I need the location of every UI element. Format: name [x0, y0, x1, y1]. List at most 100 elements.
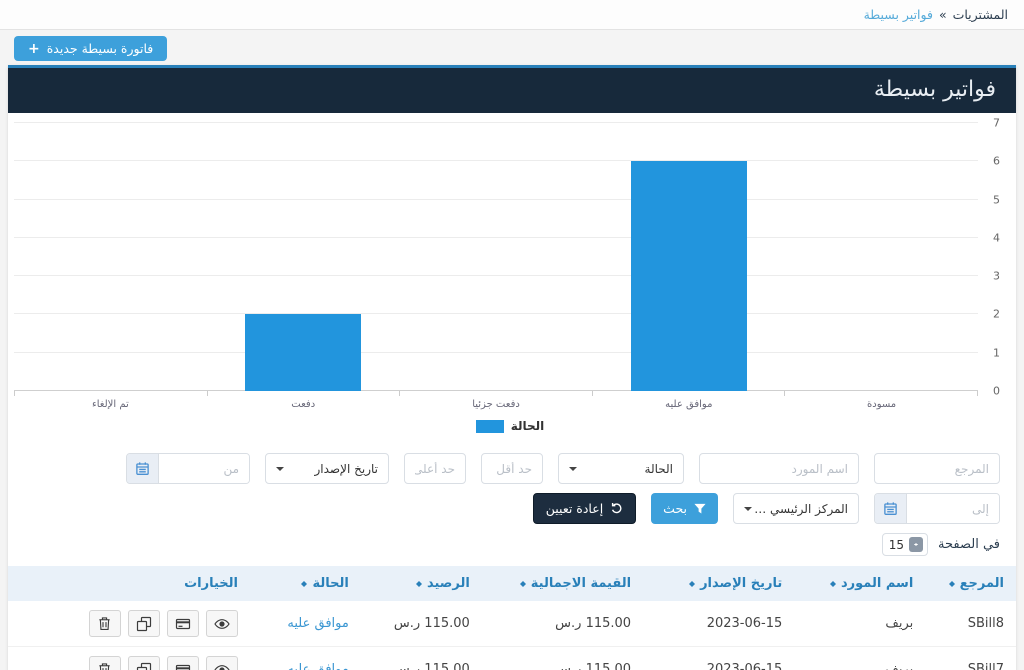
sort-icon	[301, 578, 307, 590]
y-tick-label: 5	[993, 193, 1000, 206]
sort-icon	[416, 578, 422, 590]
view-button[interactable]	[206, 656, 238, 670]
breadcrumb-separator: »	[939, 7, 947, 22]
payment-button[interactable]	[167, 656, 199, 670]
filters-row-1: الحالة تاريخ الإصدار	[24, 453, 1000, 484]
bar-slot	[400, 123, 593, 391]
header-balance[interactable]: الرصيد	[361, 566, 482, 601]
cell-total: 115.00 ر.س	[482, 647, 643, 670]
sort-icon	[949, 578, 955, 590]
from-date-input[interactable]	[159, 454, 249, 483]
delete-button[interactable]	[89, 656, 121, 670]
y-tick-label: 6	[993, 155, 1000, 168]
x-category-label: دفعت	[207, 399, 400, 410]
y-tick-label: 4	[993, 231, 1000, 244]
status-select[interactable]: الحالة	[558, 453, 684, 484]
from-date-group	[126, 453, 250, 484]
cell-balance: 115.00 ر.س	[361, 647, 482, 670]
to-date-input[interactable]	[907, 494, 999, 523]
y-tick-label: 2	[993, 308, 1000, 321]
topbar: المشتريات » فواتير بسيطة	[0, 0, 1024, 30]
cell-options	[8, 647, 250, 670]
cell-status: موافق عليه	[250, 647, 361, 670]
invoices-table: المرجع اسم المورد تاريخ الإصدار القيمة ا…	[8, 566, 1016, 670]
reset-refresh-icon	[610, 502, 623, 515]
page-title: فواتير بسيطة	[28, 77, 996, 102]
new-invoice-button[interactable]: فاتورة بسيطة جديدة +	[14, 36, 167, 61]
reference-input[interactable]	[874, 453, 1000, 484]
legend-swatch	[476, 420, 504, 433]
actions-row: فاتورة بسيطة جديدة +	[0, 30, 1024, 65]
cell-supplier: بريف	[794, 647, 925, 670]
table-row: SBill7 بريف 2023-06-15 115.00 ر.س 115.00…	[8, 647, 1016, 670]
branch-select-value: المركز الرئيسي - الرياض	[752, 502, 848, 516]
calendar-addon[interactable]	[127, 454, 159, 483]
status-link[interactable]: موافق عليه	[287, 662, 348, 670]
y-tick-label: 3	[993, 270, 1000, 283]
cell-supplier: بريف	[794, 601, 925, 647]
credit-card-icon	[175, 616, 191, 632]
number-spinner-icon[interactable]	[909, 537, 923, 552]
date-type-select[interactable]: تاريخ الإصدار	[265, 453, 389, 484]
reset-button[interactable]: إعادة تعيين	[533, 493, 636, 524]
calendar-addon[interactable]	[875, 494, 907, 523]
status-link[interactable]: موافق عليه	[287, 616, 348, 631]
chevron-down-icon	[569, 467, 577, 475]
min-amount-input[interactable]	[481, 453, 543, 484]
legend-label: الحالة	[511, 419, 545, 433]
status-chart: 01234567 مسودةموافق عليهدفعت جزئيادفعتتم…	[8, 113, 1016, 437]
invoices-card: فواتير بسيطة 01234567 مسودةموافق عليهدفع…	[8, 65, 1016, 670]
new-invoice-label: فاتورة بسيطة جديدة	[47, 41, 154, 56]
view-button[interactable]	[206, 610, 238, 637]
copy-icon	[136, 662, 152, 670]
search-button[interactable]: بحث	[651, 493, 718, 524]
filter-funnel-icon	[694, 503, 706, 515]
credit-card-icon	[175, 662, 191, 670]
trash-icon	[97, 616, 112, 631]
per-page-label: في الصفحة	[938, 537, 1000, 552]
sort-icon	[830, 578, 836, 590]
table-header-row: المرجع اسم المورد تاريخ الإصدار القيمة ا…	[8, 566, 1016, 601]
header-supplier[interactable]: اسم المورد	[794, 566, 925, 601]
breadcrumb-current[interactable]: فواتير بسيطة	[864, 7, 933, 22]
duplicate-button[interactable]	[128, 610, 160, 637]
table-row: SBill8 بريف 2023-06-15 115.00 ر.س 115.00…	[8, 601, 1016, 647]
branch-select[interactable]: المركز الرئيسي - الرياض	[733, 493, 859, 524]
reset-label: إعادة تعيين	[546, 501, 603, 516]
chart-y-axis: 01234567	[978, 123, 1006, 391]
filters-row-2: المركز الرئيسي - الرياض بحث إعادة تعيين	[24, 493, 1000, 524]
x-category-label: دفعت جزئيا	[400, 399, 593, 410]
eye-icon	[214, 616, 230, 632]
duplicate-button[interactable]	[128, 656, 160, 670]
filters-section: الحالة تاريخ الإصدار	[8, 437, 1016, 566]
y-tick-label: 1	[993, 346, 1000, 359]
bar-2	[631, 161, 747, 391]
payment-button[interactable]	[167, 610, 199, 637]
breadcrumb-parent[interactable]: المشتريات	[953, 7, 1008, 22]
date-type-select-value: تاريخ الإصدار	[315, 462, 379, 476]
bar-slot	[592, 123, 785, 391]
bars-layer	[14, 123, 978, 391]
delete-button[interactable]	[89, 610, 121, 637]
supplier-name-input[interactable]	[699, 453, 859, 484]
per-page-input[interactable]: 15	[882, 533, 928, 556]
header-reference[interactable]: المرجع	[925, 566, 1016, 601]
header-status[interactable]: الحالة	[250, 566, 361, 601]
cell-reference: SBill7	[925, 647, 1016, 670]
breadcrumb: المشتريات » فواتير بسيطة	[864, 7, 1008, 22]
eye-icon	[214, 662, 230, 670]
cell-balance: 115.00 ر.س	[361, 601, 482, 647]
bar-4	[245, 314, 361, 391]
max-amount-input[interactable]	[404, 453, 466, 484]
x-category-label: مسودة	[785, 399, 978, 410]
cell-issue-date: 2023-06-15	[643, 647, 794, 670]
chevron-down-icon	[276, 467, 284, 475]
chevron-down-icon	[744, 507, 752, 515]
y-tick-label: 7	[993, 117, 1000, 130]
calendar-icon	[135, 461, 150, 476]
chart-x-labels: مسودةموافق عليهدفعت جزئيادفعتتم الإلغاء	[14, 396, 978, 410]
header-total[interactable]: القيمة الاجمالية	[482, 566, 643, 601]
header-issue-date[interactable]: تاريخ الإصدار	[643, 566, 794, 601]
cell-reference: SBill8	[925, 601, 1016, 647]
status-select-value: الحالة	[645, 462, 673, 476]
